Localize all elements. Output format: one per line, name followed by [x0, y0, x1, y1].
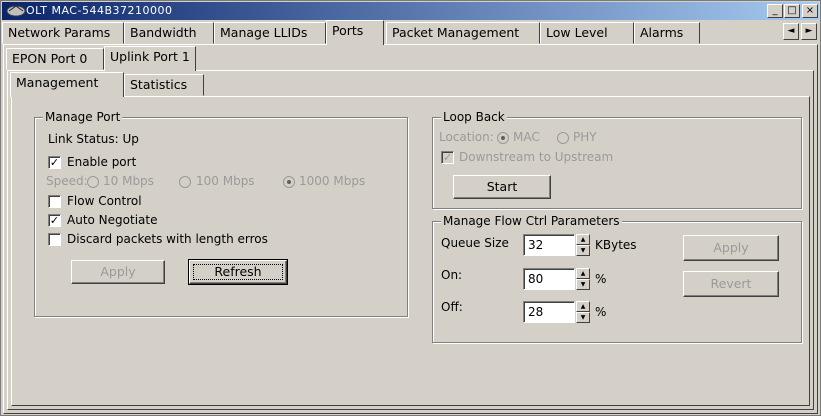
ports-panel: EPON Port 0 Uplink Port 1 Management Sta…: [3, 44, 818, 414]
on-down-icon[interactable]: ▼: [576, 279, 590, 290]
manage-port-group: Manage Port Link Status: Up ✓ Enable por…: [34, 110, 408, 317]
revert-button[interactable]: Revert: [683, 271, 779, 297]
queue-size-unit: KBytes: [595, 238, 637, 252]
uplink-port-panel: Management Statistics Manage Port Link S…: [7, 70, 814, 410]
tab-scroll-right-icon[interactable]: ►: [801, 23, 817, 40]
off-down-icon[interactable]: ▼: [576, 312, 590, 323]
window-title: OLT MAC-544B37210000: [26, 4, 173, 17]
loop-back-legend: Loop Back: [441, 110, 507, 124]
on-spinner[interactable]: ▲ ▼: [576, 268, 590, 290]
port-tab-strip: EPON Port 0 Uplink Port 1: [4, 46, 304, 71]
main-tab-strip: Network Params Bandwidth Manage LLIDs Po…: [2, 20, 819, 45]
tab-scroll-left-icon[interactable]: ◄: [783, 23, 799, 40]
tab-alarms[interactable]: Alarms: [634, 22, 700, 44]
speed-1000-radio[interactable]: [283, 176, 295, 188]
discard-checkbox[interactable]: [48, 233, 61, 246]
tab-epon-port-0[interactable]: EPON Port 0: [6, 48, 104, 70]
on-up-icon[interactable]: ▲: [576, 268, 590, 279]
flow-control-checkbox[interactable]: [48, 195, 61, 208]
tab-uplink-port-1[interactable]: Uplink Port 1: [104, 46, 196, 71]
refresh-focus-rect: [193, 264, 283, 280]
on-unit: %: [595, 272, 607, 286]
flow-ctrl-group: Manage Flow Ctrl Parameters Queue Size 3…: [432, 214, 802, 343]
auto-negotiate-label: Auto Negotiate: [67, 213, 158, 227]
downstream-checkbox[interactable]: ✓: [441, 151, 454, 164]
queue-size-spinner[interactable]: ▲ ▼: [576, 234, 590, 256]
off-label: Off:: [441, 300, 463, 314]
loop-back-group: Loop Back Location: MAC PHY ✓ Downstream…: [432, 110, 802, 209]
downstream-label: Downstream to Upstream: [459, 150, 614, 164]
queue-size-input[interactable]: 32: [523, 234, 575, 256]
queue-size-label: Queue Size: [441, 236, 509, 250]
minimize-icon[interactable]: _: [767, 4, 783, 18]
off-spinner[interactable]: ▲ ▼: [576, 301, 590, 323]
off-input[interactable]: 28: [523, 301, 575, 323]
speed-10-radio[interactable]: [87, 176, 99, 188]
flow-control-label: Flow Control: [67, 194, 142, 208]
location-label: Location:: [439, 130, 494, 144]
link-status-text: Link Status: Up: [48, 132, 139, 146]
auto-negotiate-checkbox[interactable]: ✓: [48, 214, 61, 227]
speed-10-label: 10 Mbps: [103, 174, 154, 188]
tab-ports[interactable]: Ports: [326, 20, 384, 45]
location-mac-radio[interactable]: [497, 132, 509, 144]
tab-low-level[interactable]: Low Level: [540, 22, 634, 44]
location-phy-radio[interactable]: [557, 132, 569, 144]
tab-packet-management[interactable]: Packet Management: [386, 22, 540, 44]
location-mac-label: MAC: [513, 130, 540, 144]
off-unit: %: [595, 305, 607, 319]
tab-bandwidth[interactable]: Bandwidth: [124, 22, 214, 44]
management-panel: Manage Port Link Status: Up ✓ Enable por…: [11, 96, 810, 406]
app-window: OLT MAC-544B37210000 _ □ × Network Param…: [0, 0, 821, 416]
discard-label: Discard packets with length erros: [67, 232, 268, 246]
enable-port-checkbox[interactable]: ✓: [48, 156, 61, 169]
title-bar[interactable]: OLT MAC-544B37210000 _ □ ×: [2, 2, 819, 20]
location-phy-label: PHY: [573, 130, 597, 144]
speed-label: Speed:: [46, 174, 88, 188]
speed-1000-label: 1000 Mbps: [299, 174, 366, 188]
tab-statistics[interactable]: Statistics: [124, 74, 204, 96]
start-button[interactable]: Start: [453, 175, 551, 199]
tab-management[interactable]: Management: [10, 72, 124, 97]
queue-size-down-icon[interactable]: ▼: [576, 245, 590, 256]
refresh-button[interactable]: Refresh: [188, 259, 288, 285]
on-label: On:: [441, 268, 463, 282]
manage-port-legend: Manage Port: [43, 110, 123, 124]
flow-apply-button[interactable]: Apply: [683, 235, 779, 261]
apply-button[interactable]: Apply: [71, 260, 165, 284]
tab-manage-llids[interactable]: Manage LLIDs: [214, 22, 326, 44]
speed-100-label: 100 Mbps: [196, 174, 255, 188]
speed-100-radio[interactable]: [179, 176, 191, 188]
maximize-icon[interactable]: □: [784, 4, 800, 18]
sub-tab-strip: Management Statistics: [8, 72, 268, 97]
tab-network-params[interactable]: Network Params: [2, 22, 124, 44]
on-input[interactable]: 80: [523, 268, 575, 290]
queue-size-up-icon[interactable]: ▲: [576, 234, 590, 245]
enable-port-label: Enable port: [67, 155, 137, 169]
flow-ctrl-legend: Manage Flow Ctrl Parameters: [441, 214, 622, 228]
app-icon: [6, 5, 26, 17]
off-up-icon[interactable]: ▲: [576, 301, 590, 312]
close-icon[interactable]: ×: [802, 4, 818, 18]
